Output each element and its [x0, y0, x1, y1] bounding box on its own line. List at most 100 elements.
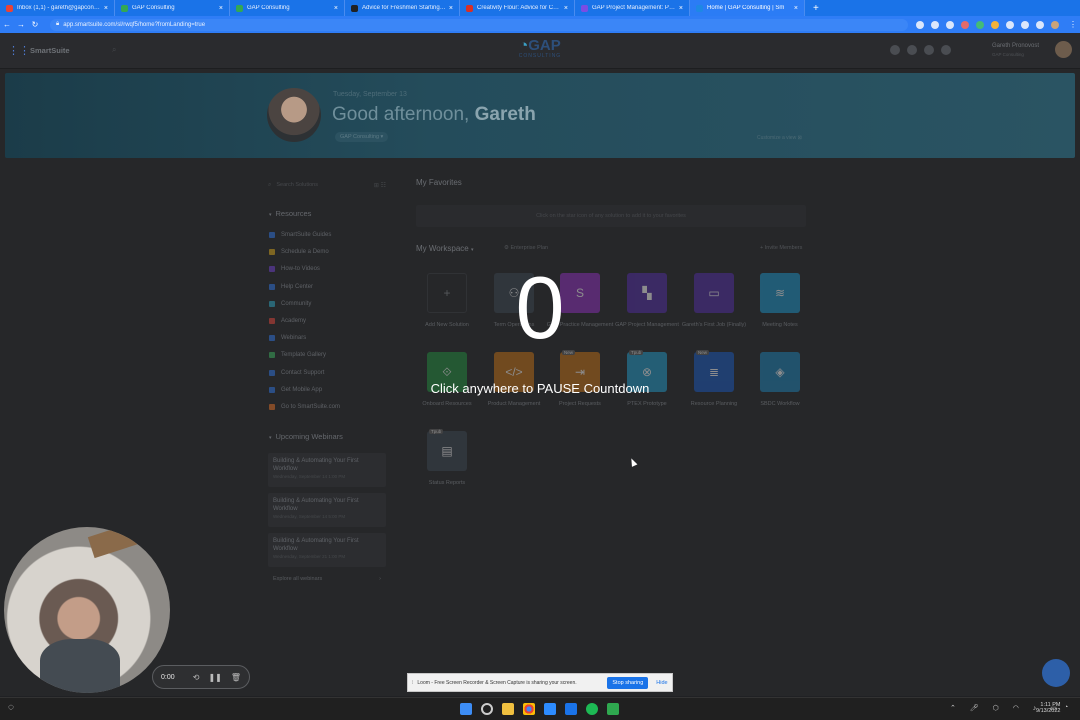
explore-webinars-link[interactable]: Explore all webinars › — [273, 576, 381, 582]
workspace-dropdown[interactable]: My Workspace ▾ — [416, 244, 474, 253]
camera-icon[interactable] — [916, 20, 924, 29]
check-icon[interactable] — [924, 45, 934, 55]
resource-link[interactable]: Schedule a Demo — [269, 249, 329, 256]
lock-icon: 🔒︎ — [56, 21, 60, 27]
grid-view-icon[interactable]: ⊞ ☷ — [374, 182, 386, 189]
webinar-card[interactable]: Building & Automating Your First Workflo… — [268, 453, 386, 487]
zoom-icon[interactable] — [544, 703, 556, 715]
new-tab-button[interactable]: + — [813, 3, 819, 14]
browser-tab[interactable]: GAP Consulting × — [115, 0, 230, 16]
hide-button[interactable]: Hide — [656, 680, 667, 686]
hero-date: Tuesday, September 13 — [333, 91, 407, 98]
chevron-down-icon: ▾ — [471, 247, 474, 253]
resource-label: Schedule a Demo — [281, 249, 329, 256]
tab-title: Creativity Flour: Advice for Colle — [477, 5, 561, 11]
profile-photo — [267, 88, 321, 142]
favorites-title: My Favorites — [416, 178, 462, 187]
close-tab-icon[interactable]: × — [564, 5, 568, 12]
user-avatar[interactable] — [1055, 41, 1072, 58]
back-icon[interactable]: ← — [0, 20, 14, 29]
close-tab-icon[interactable]: × — [334, 5, 338, 12]
close-tab-icon[interactable]: × — [219, 5, 223, 12]
share-icon[interactable] — [931, 20, 939, 29]
spotify-icon[interactable] — [586, 703, 598, 715]
countdown-number[interactable]: 0 — [0, 262, 1080, 354]
clock-date: 9/13/2022 — [1036, 708, 1061, 714]
menu-icon[interactable]: ⋮ — [1066, 20, 1080, 29]
close-tab-icon[interactable]: × — [794, 5, 798, 12]
chrome-icon[interactable] — [523, 703, 535, 715]
search-icon[interactable]: ⌕ — [112, 45, 116, 55]
close-tab-icon[interactable]: × — [104, 5, 108, 12]
extension-icon[interactable] — [991, 20, 999, 29]
drag-handle-icon[interactable]: ⁞ — [412, 680, 413, 686]
puzzle-icon[interactable] — [1021, 20, 1029, 29]
browser-tab[interactable]: Home | GAP Consulting | Sm × — [690, 0, 805, 16]
chat-support-icon[interactable] — [1042, 659, 1070, 687]
webinars-heading[interactable]: ▾ Upcoming Webinars — [269, 432, 343, 441]
browser-tab[interactable]: GAP Consulting × — [230, 0, 345, 16]
star-icon[interactable] — [946, 20, 954, 29]
profile-avatar[interactable] — [1051, 20, 1059, 29]
restart-icon[interactable]: ⟲ — [193, 673, 200, 682]
resource-label: Contact Support — [281, 369, 325, 376]
sidebar-icon[interactable] — [1036, 20, 1044, 29]
resource-link[interactable]: Go to SmartSuite.com — [269, 404, 340, 410]
pause-countdown-message[interactable]: Click anywhere to PAUSE Countdown — [0, 381, 1080, 396]
stop-sharing-button[interactable]: Stop sharing — [607, 676, 649, 689]
resources-title: Resources — [275, 209, 312, 218]
extension-icon[interactable] — [976, 20, 984, 29]
clock[interactable]: 1:11 PM 9/13/2022 — [1036, 702, 1060, 714]
invite-members-button[interactable]: + Invite Members — [760, 245, 802, 251]
solution-tile[interactable]: ▤ Tpub — [427, 429, 467, 471]
close-tab-icon[interactable]: × — [679, 5, 683, 12]
apps-icon[interactable] — [890, 45, 900, 55]
camtasia-icon[interactable] — [607, 703, 619, 715]
help-icon[interactable] — [941, 45, 951, 55]
webinar-card[interactable]: Building & Automating Your First Workflo… — [268, 533, 386, 567]
resource-link[interactable]: SmartSuite Guides — [269, 232, 331, 238]
solution-icon: ▤ — [441, 444, 453, 458]
search-icon[interactable] — [481, 703, 493, 715]
share-message: Loom - Free Screen Recorder & Screen Cap… — [417, 679, 577, 686]
trash-icon[interactable]: 🗑︎ — [231, 673, 241, 682]
extension-icon[interactable] — [961, 20, 969, 29]
reload-icon[interactable]: ↻ — [28, 20, 42, 29]
browser-tab[interactable]: Inbox (1,1) - gareth@gapconsulti × — [0, 0, 115, 16]
recording-time: 0:00 — [161, 673, 175, 681]
loom-icon[interactable] — [1006, 20, 1014, 29]
webcam-bubble[interactable] — [4, 527, 170, 693]
address-bar[interactable]: 🔒︎ app.smartsuite.com/sl/rwqf5/home?from… — [50, 18, 908, 31]
favicon-icon — [236, 4, 243, 12]
resource-link[interactable]: Contact Support — [269, 369, 325, 376]
widgets-icon[interactable]: ◌ — [8, 702, 14, 713]
tab-title: GAP Consulting — [132, 5, 175, 11]
browser-tab[interactable]: Advice for Freshmen Starting Co × — [345, 0, 460, 16]
customize-view-link[interactable]: Customize a view ⊠ — [757, 135, 802, 141]
workspace-selector[interactable]: GAP Consulting ▾ — [335, 132, 389, 142]
file-explorer-icon[interactable] — [502, 703, 514, 715]
solution-search[interactable]: ⌕ Search Solutions ⊞ ☷ — [268, 179, 386, 191]
greeting-name: Gareth — [474, 104, 536, 125]
app-icon[interactable] — [565, 703, 577, 715]
webinar-date: Wednesday, September 14 5:00 PM — [273, 514, 346, 519]
browser-tab[interactable]: GAP Project Management: Proje × — [575, 0, 690, 16]
notification-icon[interactable]: ◔ — [1064, 704, 1068, 711]
forward-icon[interactable]: → — [14, 20, 28, 29]
close-tab-icon[interactable]: × — [449, 5, 453, 12]
pause-icon[interactable]: ❚❚ — [208, 673, 221, 682]
resource-icon — [269, 404, 275, 410]
resources-heading[interactable]: ▾ Resources — [269, 209, 311, 218]
recorder-controls: 0:00 ⟲ ❚❚ 🗑︎ — [152, 665, 250, 689]
browser-tab[interactable]: Creativity Flour: Advice for Colle × — [460, 0, 575, 16]
windows-start-icon[interactable] — [460, 703, 472, 715]
browser-tab-strip: Inbox (1,1) - gareth@gapconsulti × GAP Con… — [0, 0, 1080, 16]
apps-grid-icon[interactable]: ⋮⋮ — [8, 44, 30, 57]
webinar-card[interactable]: Building & Automating Your First Workflo… — [268, 493, 386, 527]
workspace-title: My Workspace — [416, 244, 469, 253]
webinar-date: Wednesday, September 21 1:00 PM — [273, 554, 346, 559]
webinar-title: Building & Automating Your First Workflo… — [273, 538, 359, 552]
notifications-icon[interactable] — [907, 45, 917, 55]
tab-title: Advice for Freshmen Starting Co — [362, 5, 446, 11]
favicon-icon — [466, 4, 473, 12]
